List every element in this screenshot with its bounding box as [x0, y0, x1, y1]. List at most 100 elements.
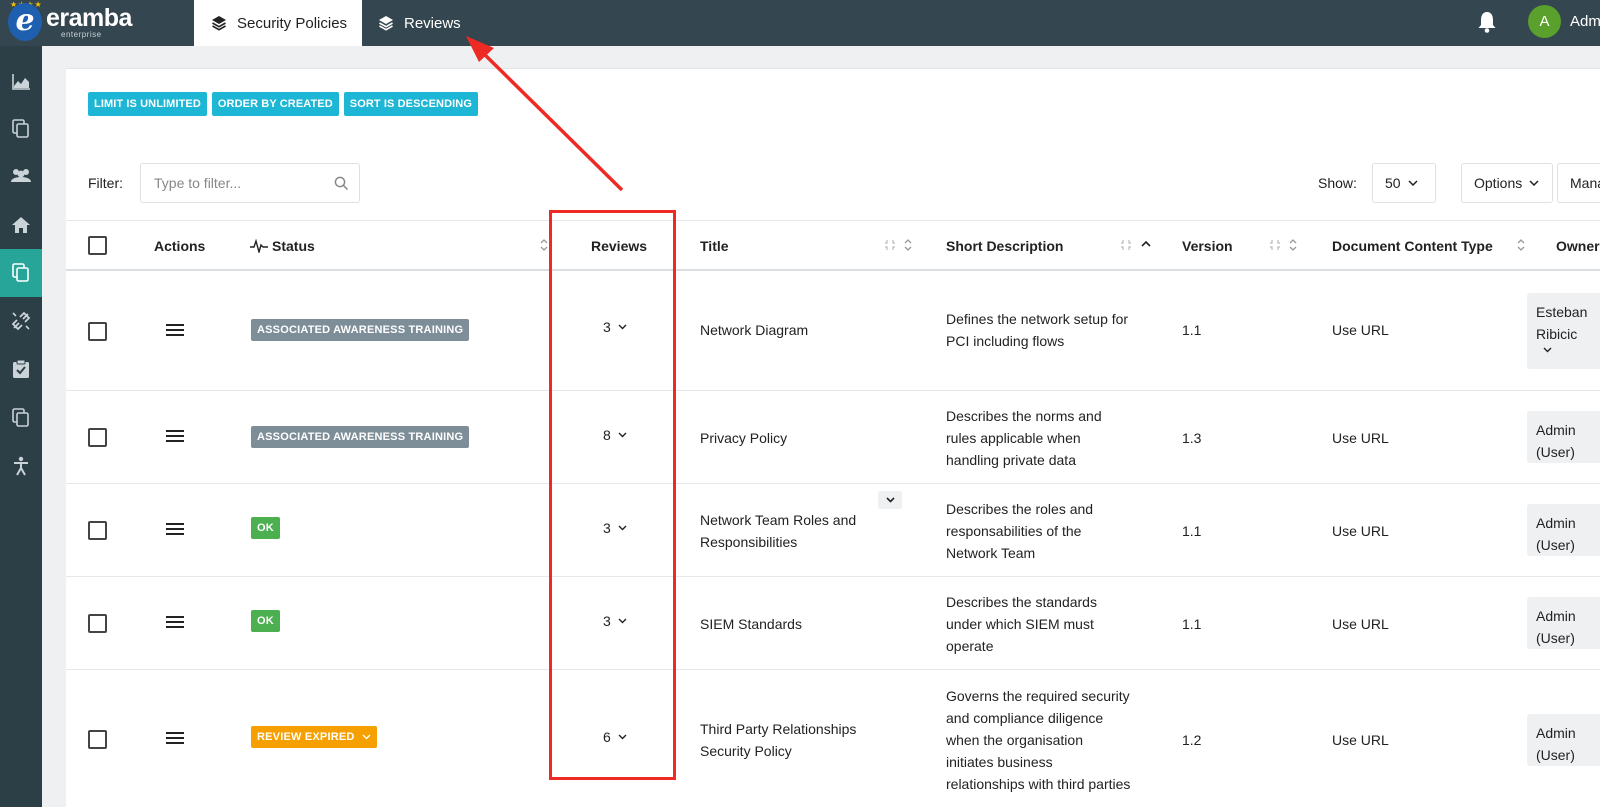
tab-reviews[interactable]: Reviews — [374, 0, 494, 46]
status-badge: OK — [251, 610, 280, 632]
title-cell: Third Party Relationships Security Policy — [700, 721, 857, 759]
limit-badge[interactable]: LIMIT IS UNLIMITED — [88, 92, 207, 116]
tab-security-policies[interactable]: Security Policies — [194, 0, 362, 46]
logo-e-icon: e — [8, 3, 42, 41]
broken-link-icon — [11, 311, 31, 331]
owner-tag[interactable]: Esteban Ribicic — [1527, 293, 1600, 369]
reviews-column-highlight — [549, 210, 676, 780]
show-label: Show: — [1318, 175, 1357, 191]
tab-label: Security Policies — [237, 14, 348, 32]
manage-button[interactable]: Manage — [1557, 163, 1600, 203]
options-button[interactable]: Options — [1461, 163, 1553, 203]
chevron-down-icon — [1408, 180, 1418, 186]
table-row: ASSOCIATED AWARENESS TRAINING 8 Privacy … — [66, 391, 1600, 484]
sort-icon[interactable] — [1517, 238, 1525, 252]
pulse-icon — [250, 238, 268, 253]
page-size-select[interactable]: 50 — [1372, 163, 1436, 203]
status-badge: REVIEW EXPIRED — [257, 731, 355, 743]
chevron-down-icon — [362, 734, 371, 740]
eramba-logo[interactable]: ★★★★ e eramba enterprise — [4, 0, 194, 46]
select-all-checkbox[interactable] — [88, 236, 107, 255]
menu-icon[interactable] — [166, 430, 184, 444]
sort-ascending-icon[interactable] — [1141, 238, 1151, 252]
row-checkbox[interactable] — [88, 322, 107, 341]
sort-badge[interactable]: SORT IS DESCENDING — [343, 92, 478, 116]
col-short-description[interactable]: Short Description — [946, 221, 1063, 270]
description-cell: Describes the norms and rules applicable … — [946, 408, 1102, 468]
owner-tag[interactable]: Admin (User) — [1527, 411, 1600, 463]
sidebar-item-links[interactable] — [0, 297, 42, 345]
version-cell: 1.3 — [1182, 430, 1202, 446]
filter-input[interactable] — [140, 163, 360, 203]
top-bar: ★★★★ e eramba enterprise Security Polici… — [0, 0, 1600, 46]
sidebar-item-dashboard[interactable] — [0, 58, 42, 106]
sort-icon[interactable] — [1289, 238, 1297, 252]
chevron-down-icon[interactable] — [1543, 347, 1552, 353]
person-icon — [14, 456, 28, 476]
menu-icon[interactable] — [166, 616, 184, 630]
description-cell: Describes the standards under which SIEM … — [946, 594, 1097, 654]
manage-label: Manage — [1570, 175, 1600, 191]
description-cell: Defines the network setup for PCI includi… — [946, 311, 1129, 349]
content-type-cell: Use URL — [1332, 430, 1389, 446]
order-badge[interactable]: ORDER BY CREATED — [211, 92, 339, 116]
menu-icon[interactable] — [166, 732, 184, 746]
col-version[interactable]: Version — [1182, 221, 1233, 270]
col-owner[interactable]: Owner — [1556, 221, 1600, 270]
sidebar-item-documents[interactable] — [0, 105, 42, 153]
avatar[interactable]: A — [1528, 5, 1561, 38]
sort-icon[interactable] — [540, 238, 548, 252]
col-actions: Actions — [154, 237, 206, 254]
resize-icon[interactable] — [884, 238, 896, 252]
sidebar — [0, 46, 42, 807]
col-status[interactable]: Status — [250, 221, 315, 270]
table-row: OK 3 Network Team Roles and Responsibilit… — [66, 484, 1600, 577]
expand-title-button[interactable] — [878, 491, 902, 509]
menu-icon[interactable] — [166, 324, 184, 338]
title-cell: Privacy Policy — [700, 430, 788, 446]
version-cell: 1.1 — [1182, 322, 1202, 338]
col-document-content-type[interactable]: Document Content Type — [1332, 221, 1493, 270]
sidebar-item-documents-2[interactable] — [0, 394, 42, 442]
sidebar-item-users[interactable] — [0, 152, 42, 200]
sidebar-item-policies[interactable] — [0, 249, 42, 297]
copy-icon — [12, 263, 29, 282]
status-badge: OK — [251, 517, 280, 539]
clipboard-check-icon — [13, 359, 29, 378]
bell-icon[interactable] — [1476, 10, 1498, 34]
chevron-down-icon — [1529, 180, 1539, 186]
logo-subtitle: enterprise — [61, 30, 102, 39]
col-title[interactable]: Title — [700, 221, 729, 270]
row-checkbox[interactable] — [88, 428, 107, 447]
content-type-cell: Use URL — [1332, 322, 1389, 338]
resize-icon[interactable] — [1120, 238, 1132, 252]
sort-icon[interactable] — [904, 238, 912, 252]
col-status-label: Status — [272, 237, 315, 254]
user-name[interactable]: Admin — [1570, 13, 1600, 30]
row-checkbox[interactable] — [88, 521, 107, 540]
resize-icon[interactable] — [1269, 238, 1281, 252]
menu-icon[interactable] — [166, 523, 184, 537]
title-cell: SIEM Standards — [700, 616, 802, 632]
description-cell: Governs the required security and complia… — [946, 688, 1131, 792]
page-size-value: 50 — [1385, 175, 1401, 191]
version-cell: 1.1 — [1182, 616, 1202, 632]
row-checkbox[interactable] — [88, 614, 107, 633]
description-cell: Describes the roles and responsabilities … — [946, 501, 1094, 561]
copy-icon — [12, 119, 29, 138]
owner-tag[interactable]: Admin (User) — [1527, 504, 1600, 556]
owner-tag[interactable]: Admin (User) — [1527, 597, 1600, 649]
sidebar-item-tasks[interactable] — [0, 345, 42, 393]
table-row: ASSOCIATED AWARENESS TRAINING 3 Network … — [66, 271, 1600, 391]
layers-icon — [379, 16, 393, 31]
status-dropdown[interactable]: REVIEW EXPIRED — [251, 726, 377, 748]
row-checkbox[interactable] — [88, 730, 107, 749]
table-row: OK 3 SIEM Standards Describes the standa… — [66, 577, 1600, 670]
sidebar-item-accessibility[interactable] — [0, 442, 42, 490]
main-content: LIMIT IS UNLIMITED ORDER BY CREATED SORT… — [66, 68, 1600, 807]
owner-tag[interactable]: Admin (User) — [1527, 714, 1600, 766]
search-icon — [334, 176, 349, 191]
sidebar-item-home[interactable] — [0, 201, 42, 249]
version-cell: 1.1 — [1182, 523, 1202, 539]
content-type-cell: Use URL — [1332, 616, 1389, 632]
